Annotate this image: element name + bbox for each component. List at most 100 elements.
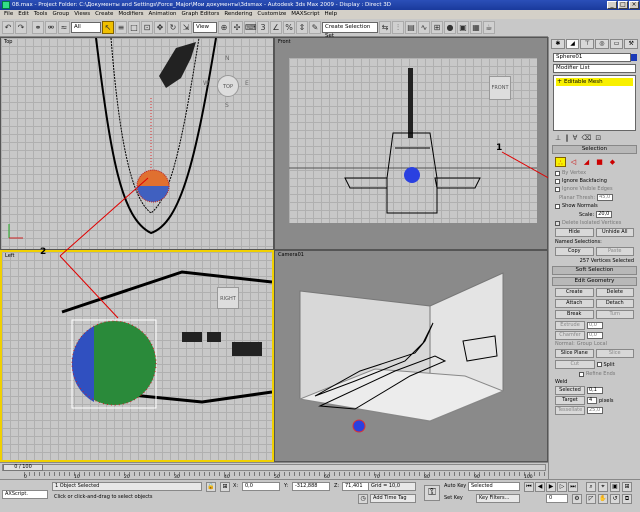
vertex-mode-icon[interactable]: ∴	[555, 157, 566, 167]
delete-button[interactable]: Delete	[595, 288, 634, 297]
remove-modifier-icon[interactable]: ⌫	[581, 134, 591, 142]
material-editor-icon[interactable]: ●	[444, 21, 456, 34]
show-normals-checkbox[interactable]: Show Normals	[555, 203, 634, 209]
viewport-camera[interactable]: Camera01	[274, 250, 548, 462]
break-button[interactable]: Break	[555, 310, 594, 319]
go-to-start-icon[interactable]: ⏮	[524, 482, 534, 492]
minimize-button[interactable]: _	[607, 1, 617, 9]
key-filters-button[interactable]: Key Filters...	[476, 494, 520, 503]
key-mode-select[interactable]: Selected	[468, 482, 520, 491]
select-scale-icon[interactable]: ⇲	[180, 21, 192, 34]
chamfer-input[interactable]: 0,0	[587, 332, 603, 339]
modifier-list-select[interactable]: Modifier List	[553, 64, 636, 73]
menu-animation[interactable]: Animation	[149, 10, 177, 19]
extrude-button[interactable]: Extrude	[555, 321, 585, 330]
split-checkbox[interactable]: Split	[596, 360, 635, 369]
reference-coordinate-select[interactable]: View	[193, 22, 217, 33]
select-object-icon[interactable]: ↖	[102, 21, 114, 34]
maximize-button[interactable]: □	[618, 1, 628, 9]
spinner-snap-icon[interactable]: ⇕	[296, 21, 308, 34]
tessellate-button[interactable]: Tessellate	[555, 406, 585, 415]
zoom-all-icon[interactable]: ⌖	[598, 482, 608, 492]
menu-customize[interactable]: Customize	[257, 10, 286, 19]
zoom-extents-all-icon[interactable]: ⊞	[622, 482, 632, 492]
object-name-field[interactable]: Sphere01	[553, 53, 637, 62]
percent-snap-icon[interactable]: %	[283, 21, 295, 34]
add-time-tag-button[interactable]: Add Time Tag	[370, 494, 416, 503]
object-color-swatch[interactable]	[631, 54, 637, 61]
auto-key-button[interactable]: Auto Key	[444, 483, 466, 489]
current-frame-input[interactable]: 0	[546, 494, 568, 503]
hierarchy-tab-icon[interactable]: ⊤	[580, 39, 595, 49]
angle-snap-icon[interactable]: ∠	[270, 21, 282, 34]
paste-button[interactable]: Paste	[595, 247, 634, 256]
soft-selection-rollout[interactable]: Soft Selection	[552, 266, 637, 275]
menu-create[interactable]: Create	[95, 10, 113, 19]
cut-button[interactable]: Cut	[555, 360, 595, 369]
set-key-button[interactable]: Set Key	[444, 495, 463, 501]
undo-icon[interactable]: ↶	[2, 21, 14, 34]
create-tab-icon[interactable]: ✱	[551, 39, 565, 49]
play-icon[interactable]: ▶	[546, 482, 556, 492]
planar-thresh-input[interactable]: 45,0	[597, 194, 614, 201]
viewcube-left[interactable]: RIGHT	[217, 287, 239, 309]
x-coordinate-input[interactable]: 0,0	[242, 482, 280, 491]
slice-plane-button[interactable]: Slice Plane	[555, 349, 594, 358]
weld-selected-button[interactable]: Selected	[555, 386, 585, 395]
lock-selection-icon[interactable]: 🔒	[206, 482, 216, 492]
named-selection-set-select[interactable]: Create Selection Set	[322, 22, 378, 39]
motion-tab-icon[interactable]: ◎	[595, 39, 609, 49]
redo-icon[interactable]: ↷	[15, 21, 27, 34]
polygon-mode-icon[interactable]: ■	[594, 157, 605, 167]
rendered-frame-icon[interactable]: ▦	[470, 21, 482, 34]
edit-named-selection-icon[interactable]: ✎	[309, 21, 321, 34]
time-tag-icon[interactable]: ◷	[358, 494, 368, 504]
orbit-icon[interactable]: ↺	[610, 494, 620, 504]
bind-space-warp-icon[interactable]: ≈	[58, 21, 70, 34]
key-icon[interactable]: ⚿	[424, 485, 440, 501]
schematic-view-icon[interactable]: ⊞	[431, 21, 443, 34]
next-frame-icon[interactable]: ▷	[557, 482, 567, 492]
by-vertex-checkbox[interactable]: By Vertex	[555, 170, 634, 176]
time-slider-thumb[interactable]: 0 / 100	[3, 464, 43, 471]
previous-frame-icon[interactable]: ◀	[535, 482, 545, 492]
viewcube-front[interactable]: FRONT	[489, 76, 511, 100]
select-by-name-icon[interactable]: ≡	[115, 21, 127, 34]
select-rotate-icon[interactable]: ↻	[167, 21, 179, 34]
menu-group[interactable]: Group	[52, 10, 69, 19]
viewcube-top[interactable]: TOP	[217, 75, 239, 97]
weld-target-input[interactable]: 4	[587, 397, 597, 404]
configure-sets-icon[interactable]: ⊡	[595, 134, 601, 142]
menu-help[interactable]: Help	[325, 10, 338, 19]
menu-views[interactable]: Views	[74, 10, 90, 19]
rect-selection-icon[interactable]: □	[128, 21, 140, 34]
face-mode-icon[interactable]: ◢	[581, 157, 592, 167]
scale-input[interactable]: 20,0	[596, 211, 613, 218]
pivot-center-icon[interactable]: ⊕	[218, 21, 230, 34]
viewport-left[interactable]: Left RIGHT	[0, 250, 274, 462]
local-radio[interactable]: Local	[594, 341, 607, 347]
menu-maxscript[interactable]: MAXScript	[291, 10, 319, 19]
stack-item-editable-mesh[interactable]: Editable Mesh	[556, 78, 633, 86]
selection-rollout[interactable]: Selection	[552, 145, 637, 154]
menu-rendering[interactable]: Rendering	[224, 10, 252, 19]
element-mode-icon[interactable]: ◆	[607, 157, 618, 167]
group-radio[interactable]: Group	[577, 341, 592, 347]
chamfer-button[interactable]: Chamfer	[555, 331, 585, 340]
select-move-icon[interactable]: ✥	[154, 21, 166, 34]
extrude-input[interactable]: 0,0	[587, 322, 603, 329]
timeline-ticks[interactable]: 0 10 20 30 40 50 60 70 80 90 100	[24, 472, 546, 480]
viewport-front[interactable]: Front FRONT	[274, 37, 548, 250]
layer-manager-icon[interactable]: ▤	[405, 21, 417, 34]
selection-filter-select[interactable]: All	[71, 22, 101, 33]
mirror-icon[interactable]: ⇆	[379, 21, 391, 34]
curve-editor-icon[interactable]: ∿	[418, 21, 430, 34]
utilities-tab-icon[interactable]: ⚒	[624, 39, 639, 49]
pin-stack-icon[interactable]: ⊥	[555, 134, 561, 142]
hide-button[interactable]: Hide	[555, 228, 594, 237]
pan-view-icon[interactable]: ✋	[598, 494, 608, 504]
turn-button[interactable]: Turn	[595, 310, 634, 319]
show-end-result-icon[interactable]: ‖	[565, 134, 569, 142]
tessellate-input[interactable]: 25,0	[587, 407, 603, 414]
menu-modifiers[interactable]: Modifiers	[118, 10, 143, 19]
